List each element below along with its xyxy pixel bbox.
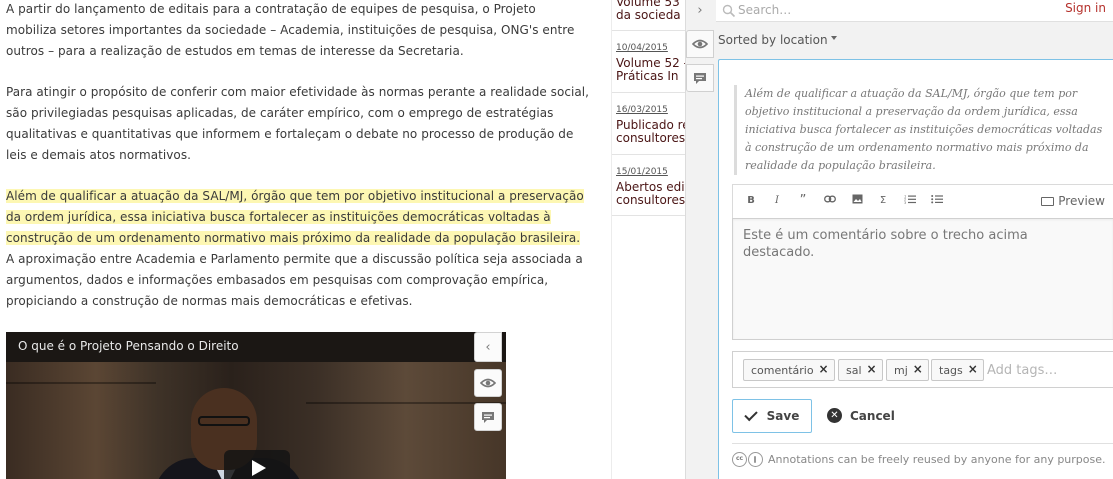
news-item[interactable]: 10/04/2015 Volume 52 – Vig Práticas In [616,42,687,83]
tag-chip: tags × [931,359,984,381]
attribution-icon [748,452,763,467]
tag-chip: mj × [886,359,929,381]
license-notice: cc Annotations can be freely reused by a… [732,452,1113,467]
sidebar-toolbar: › [686,0,716,479]
person-glasses [198,416,250,426]
check-icon [743,407,758,421]
link-icon [824,195,836,203]
tag-chip: sal × [838,359,883,381]
search-icon[interactable] [722,3,736,18]
news-column: Volume 53 da socieda 10/04/2015 Volume 5… [611,0,687,479]
tag-label: sal [846,364,862,377]
play-button[interactable] [224,450,290,479]
tags-field[interactable]: comentário × sal × mj × tags × [732,351,1113,388]
numbered-list-icon: 123 [904,195,916,205]
chevron-left-icon[interactable]: ‹ [474,332,502,362]
sign-in-link[interactable]: Sign in [1065,1,1106,15]
creative-commons-icon: cc [732,452,747,467]
news-title-line: consultores [616,131,686,145]
shelf-decoration [6,382,156,384]
bullet-list-icon [931,195,943,204]
remove-tag-icon[interactable]: × [866,362,876,376]
save-label: Save [766,409,800,423]
markdown-toolbar: B I ” Σ 123 Preview [732,184,1113,218]
annotation-sidebar: › Sign in Sorted by location Além de qua… [685,0,1113,479]
news-item[interactable]: 16/03/2015 Publicado result consultores [616,104,687,145]
image-button[interactable] [849,194,865,208]
video-player[interactable]: O que é o Projeto Pensando o Direito [6,332,506,479]
news-title-line: Práticas In [616,69,679,83]
cancel-button[interactable]: ✕ Cancel [827,408,895,423]
numbered-list-button[interactable]: 123 [902,194,918,208]
tag-chip: comentário × [743,359,835,381]
caret-down-icon[interactable] [831,36,837,40]
cancel-icon: ✕ [827,408,842,423]
news-date: 16/03/2015 [616,105,668,115]
news-separator [612,215,687,216]
link-button[interactable] [822,194,838,208]
remove-tag-icon[interactable]: × [819,362,829,376]
highlighted-annotation-text[interactable]: Além de qualificar a atuação da SAL/MJ, … [6,189,584,245]
sidebar-top-bar: Sign in [716,0,1113,22]
tag-label: mj [894,364,908,377]
preview-label: Preview [1058,194,1105,208]
eye-icon[interactable] [686,30,714,58]
svg-text:3: 3 [904,201,906,204]
comment-icon[interactable] [474,403,502,431]
annotation-card: Além de qualificar a atuação da SAL/MJ, … [718,59,1113,479]
save-button[interactable]: Save [732,399,812,433]
math-button[interactable]: Σ [875,194,891,208]
tag-label: tags [939,364,963,377]
article-paragraph-2: Para atingir o propósito de conferir com… [6,85,590,162]
image-icon [852,194,862,204]
news-title-line: consultores [616,193,686,207]
comment-textarea[interactable]: Este é um comentário sobre o trecho acim… [732,218,1113,340]
article-paragraph-3: Além de qualificar a atuação da SAL/MJ, … [6,186,590,312]
remove-tag-icon[interactable]: × [913,362,923,376]
news-date: 10/04/2015 [616,43,668,53]
tag-label: comentário [751,364,814,377]
preview-button[interactable]: Preview [1041,194,1105,208]
divider [732,443,1113,444]
news-separator [612,154,687,155]
play-icon [252,460,266,476]
article-paragraph-3-rest: A aproximação entre Academia e Parlament… [6,252,583,308]
news-date: 15/01/2015 [616,167,668,177]
sort-dropdown[interactable]: Sorted by location [718,33,828,47]
search-input[interactable] [738,0,1038,20]
italic-button[interactable]: I [769,194,785,208]
chevron-right-icon[interactable]: › [686,0,714,21]
bullet-list-button[interactable] [929,194,945,208]
news-title-line: da socieda [616,8,681,22]
news-item[interactable]: 15/01/2015 Abertos editais consultores [616,166,687,207]
annotation-quote: Além de qualificar a atuação da SAL/MJ, … [734,85,1104,175]
news-separator [612,92,687,93]
eye-icon[interactable] [474,369,502,397]
license-text: Annotations can be freely reused by anyo… [768,453,1106,466]
news-separator [612,30,687,31]
news-item[interactable]: Volume 53 da socieda [616,0,687,22]
remove-tag-icon[interactable]: × [968,362,978,376]
floating-annotation-toolbar: ‹ [474,332,506,479]
quote-button[interactable]: ” [795,194,811,208]
video-title[interactable]: O que é o Projeto Pensando o Direito [18,339,239,353]
article-column: A partir do lançamento de editais para a… [0,0,600,479]
preview-icon [1041,197,1055,206]
cancel-label: Cancel [850,408,895,423]
bold-button[interactable]: B [743,194,759,208]
add-tags-input[interactable] [987,361,1107,379]
comment-icon[interactable] [686,64,714,92]
article-paragraph-1: A partir do lançamento de editais para a… [6,2,575,58]
